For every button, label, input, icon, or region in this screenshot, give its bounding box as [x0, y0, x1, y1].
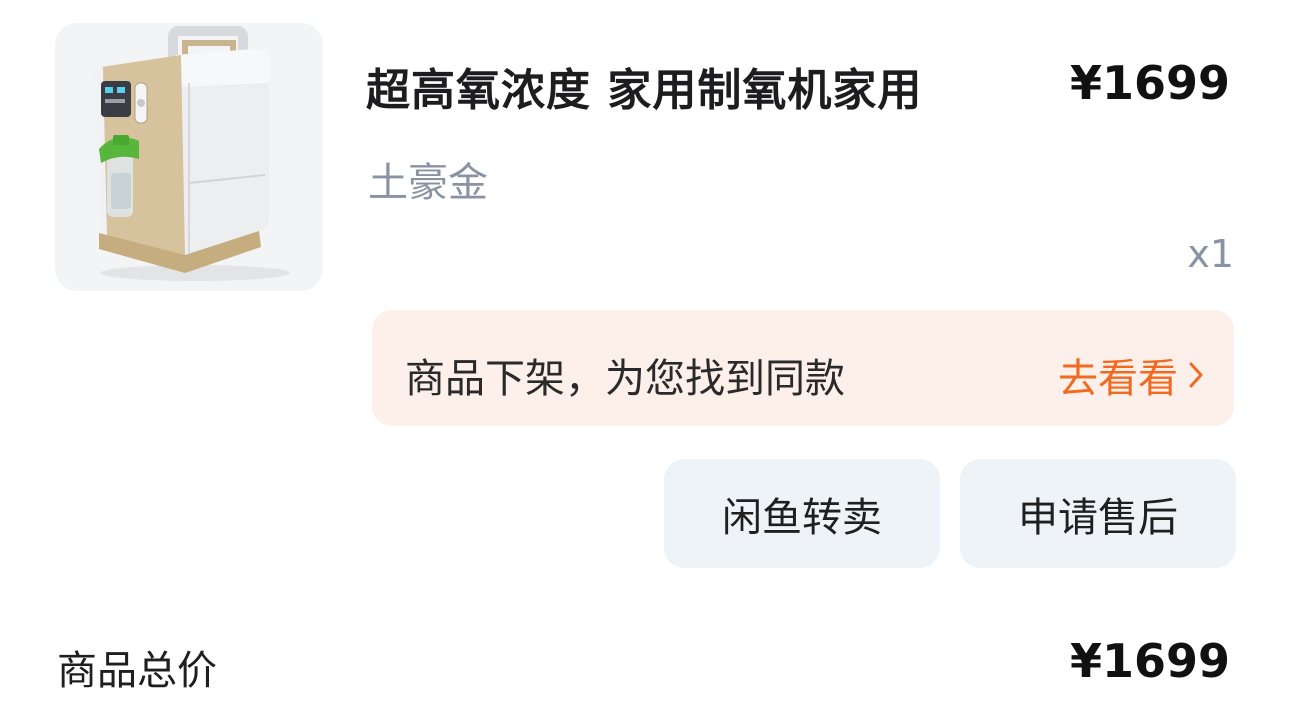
product-image[interactable]: [55, 23, 323, 291]
total-price-label: 商品总价: [57, 648, 217, 694]
delisted-notice-banner[interactable]: 商品下架，为您找到同款 去看看: [372, 310, 1234, 426]
product-quantity: x1: [1187, 232, 1234, 276]
product-title[interactable]: 超高氧浓度 家用制氧机家用: [366, 54, 922, 118]
product-variant: 土豪金: [368, 160, 488, 206]
chevron-right-icon: [1189, 362, 1203, 388]
idle-fish-resell-button[interactable]: 闲鱼转卖: [664, 459, 940, 568]
delisted-notice-text: 商品下架，为您找到同款: [405, 356, 845, 402]
after-sale-button[interactable]: 申请售后: [960, 459, 1236, 568]
view-similar-link[interactable]: 去看看: [1058, 346, 1204, 404]
oxygen-concentrator-image: [95, 26, 290, 281]
total-price-value: ¥1699: [1069, 634, 1230, 688]
product-price: ¥1699: [1069, 56, 1230, 110]
view-similar-label: 去看看: [1058, 356, 1178, 402]
order-item-card: 超高氧浓度 家用制氧机家用 ¥1699 土豪金 x1 商品下架，为您找到同款 去…: [0, 0, 1290, 724]
